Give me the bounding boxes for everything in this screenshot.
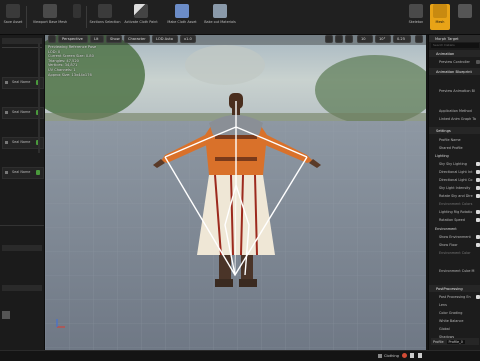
property-row: Show Floor xyxy=(429,241,480,248)
property-row: Lighting xyxy=(435,153,449,158)
property-row: Directional Light Int xyxy=(429,168,480,175)
details-tab[interactable]: Morph Target xyxy=(429,35,480,42)
property-row: Environment Color xyxy=(439,250,471,255)
mesh-icon xyxy=(43,4,57,18)
lit-button[interactable]: Lit xyxy=(90,35,104,43)
scrollbar[interactable] xyxy=(38,43,40,153)
physics-icon xyxy=(458,4,472,18)
cloth-icon xyxy=(378,353,382,358)
property-row: Preview Controller xyxy=(429,58,480,65)
play-icon[interactable] xyxy=(418,353,422,358)
property-row: Global xyxy=(439,326,450,331)
property-row: Sky Light Intensity xyxy=(429,184,480,191)
property-row: Lighting Rig Rotatio xyxy=(429,208,480,215)
checkbox[interactable] xyxy=(476,185,480,190)
property-row: Directional Light Co xyxy=(429,176,480,183)
list-item[interactable]: Seal Name xyxy=(2,167,44,179)
scale-snap[interactable]: 0.25 xyxy=(393,35,411,43)
preview-dropdown[interactable] xyxy=(72,4,82,30)
profile-selector[interactable]: Profile Profile_0 xyxy=(431,338,479,345)
section-header[interactable]: Animation xyxy=(429,50,480,57)
property-row: Preview Animation Bl xyxy=(439,88,475,93)
search-input[interactable]: Search Details xyxy=(431,43,479,48)
bake-materials-button[interactable]: Bake out Materials xyxy=(200,4,240,30)
save-icon xyxy=(6,4,20,18)
property-row: Environment Cube M xyxy=(439,268,475,273)
property-row: Rotate Sky and Dire xyxy=(429,192,480,199)
property-row: Color Grading xyxy=(439,310,463,315)
section-header[interactable]: Animation Blueprint xyxy=(429,68,480,75)
mesh-tab-button[interactable]: Mesh xyxy=(430,4,450,30)
pause-icon[interactable] xyxy=(410,353,414,358)
grid-snap[interactable]: 10 xyxy=(357,35,373,43)
material-field[interactable] xyxy=(2,285,42,291)
property-row: Lens xyxy=(439,302,447,307)
skeleton-icon xyxy=(409,4,423,18)
checkbox[interactable] xyxy=(476,161,480,166)
cloth-icon xyxy=(175,4,189,18)
property-row: Environment Colors xyxy=(439,201,473,206)
property-row: Profile Name xyxy=(439,137,461,142)
property-row: Linked Anim Graph Ta xyxy=(439,116,476,121)
checkbox[interactable] xyxy=(476,177,480,182)
save-asset-button[interactable]: Save Asset xyxy=(2,4,24,30)
extra-tab-button[interactable] xyxy=(452,4,478,30)
make-cloth-asset-button[interactable]: Make Cloth Asset xyxy=(162,4,202,30)
property-row: Environment xyxy=(435,226,457,231)
skeleton-tab-button[interactable]: Skeleton xyxy=(404,4,428,30)
bottom-bar: Clothing xyxy=(0,350,480,361)
checkbox[interactable] xyxy=(476,209,480,214)
character-button[interactable]: Character xyxy=(124,35,150,43)
checkbox[interactable] xyxy=(476,169,480,174)
record-icon[interactable] xyxy=(402,353,407,358)
lod-field[interactable] xyxy=(2,245,42,251)
details-panel: Morph Target Search Details Animation Pr… xyxy=(428,35,480,360)
sections-selection-button[interactable]: Sections Selection xyxy=(89,4,121,30)
translate-icon[interactable] xyxy=(325,35,333,43)
bake-icon xyxy=(213,4,227,18)
property-row: Application Method xyxy=(439,108,472,113)
paint-brush-icon xyxy=(134,4,148,18)
search-field[interactable] xyxy=(2,38,42,44)
perspective-button[interactable]: Perspective xyxy=(58,35,88,43)
menu-icon[interactable] xyxy=(48,35,56,43)
property-row: White Balance xyxy=(439,318,464,323)
property-row: Rotation Speed xyxy=(429,216,480,223)
main-toolbar: Save Asset Viewport Base Mesh Sections S… xyxy=(0,0,480,35)
checkbox[interactable] xyxy=(476,234,480,239)
activate-cloth-paint-button[interactable]: Activate Cloth Paint xyxy=(122,4,160,30)
viewport-toolbar: Perspective Lit Show Character LOD Auto … xyxy=(45,34,426,45)
thumbnail xyxy=(2,311,10,319)
sections-icon xyxy=(98,4,112,18)
property-row: Post Processing En xyxy=(429,293,480,300)
property-row: Show Environment xyxy=(429,233,480,240)
rotate-icon[interactable] xyxy=(335,35,343,43)
checkbox[interactable] xyxy=(476,294,480,299)
show-button[interactable]: Show xyxy=(106,35,122,43)
checkbox[interactable] xyxy=(476,242,480,247)
clothing-tab[interactable]: Clothing xyxy=(378,352,414,359)
lod-button[interactable]: LOD Auto xyxy=(152,35,178,43)
scale-icon[interactable] xyxy=(345,35,353,43)
angle-snap[interactable]: 10° xyxy=(375,35,391,43)
visibility-icon[interactable] xyxy=(36,170,40,175)
skeleton-tree-panel: Seal Name Seal Name Seal Name Seal Name xyxy=(0,35,45,360)
property-row: Shared Profile xyxy=(439,145,463,150)
section-header[interactable]: Settings xyxy=(429,127,480,134)
checkbox[interactable] xyxy=(476,193,480,198)
property-row: Sky Sky Lighting xyxy=(429,160,480,167)
preview-viewport[interactable] xyxy=(45,35,426,350)
section-header[interactable]: PostProcessing xyxy=(429,285,480,292)
viewport-base-mesh-button[interactable]: Viewport Base Mesh xyxy=(30,4,70,30)
checkbox[interactable] xyxy=(476,217,480,222)
speed-button[interactable]: x1.0 xyxy=(180,35,196,43)
chevron-down-icon xyxy=(73,4,81,18)
viewport-stats: Previewing Reference Pose LOD: 0 Current… xyxy=(48,45,97,77)
mesh-icon xyxy=(433,4,447,18)
maximize-icon[interactable] xyxy=(415,35,423,43)
